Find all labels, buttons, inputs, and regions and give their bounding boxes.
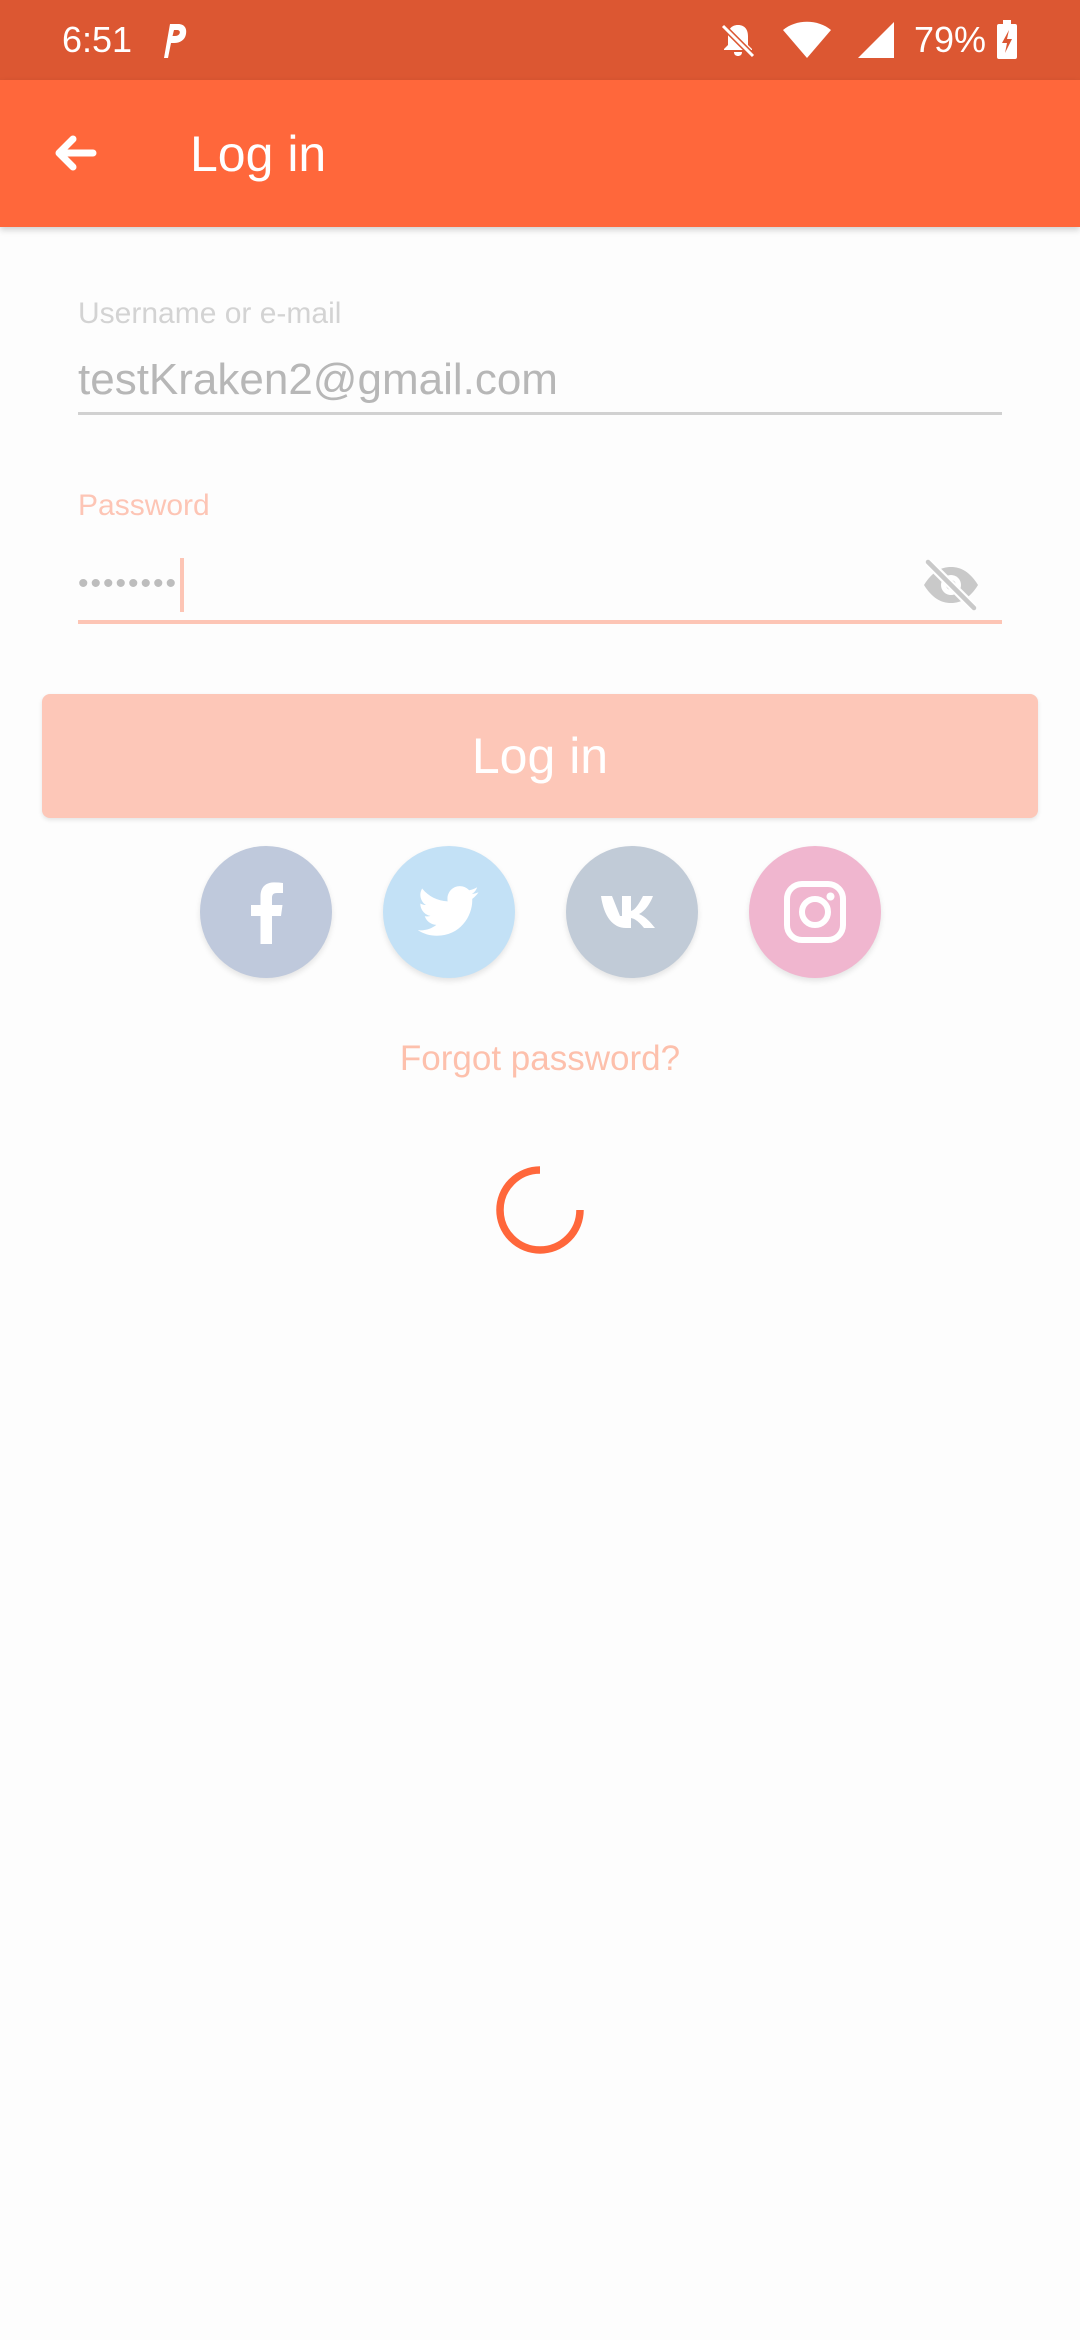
facebook-icon xyxy=(251,882,283,944)
facebook-login-button[interactable] xyxy=(200,846,332,978)
status-icons: 79% xyxy=(718,18,1018,62)
vk-login-button[interactable] xyxy=(566,846,698,978)
signal-icon xyxy=(857,22,894,58)
battery-percent: 79% xyxy=(913,19,986,60)
twitter-login-button[interactable] xyxy=(383,846,515,978)
password-field[interactable]: •••••••• xyxy=(78,546,1002,624)
login-button[interactable]: Log in xyxy=(42,694,1038,818)
parking-p-icon xyxy=(164,24,187,58)
twitter-icon xyxy=(418,886,479,936)
bell-off-icon xyxy=(720,23,756,59)
instagram-icon xyxy=(784,881,846,943)
password-value: •••••••• xyxy=(78,558,185,612)
vk-icon xyxy=(601,896,655,928)
username-field[interactable] xyxy=(78,348,1002,415)
instagram-login-button[interactable] xyxy=(749,846,881,978)
app-bar: Log in xyxy=(0,80,1080,227)
text-caret xyxy=(180,558,185,612)
username-label: Username or e-mail xyxy=(78,297,342,330)
battery-charging-icon xyxy=(997,20,1017,59)
page-title: Log in xyxy=(190,126,327,182)
status-bar: 6:51 79% xyxy=(0,0,1080,80)
eye-off-icon[interactable] xyxy=(920,554,982,616)
back-button[interactable] xyxy=(38,116,112,190)
password-label: Password xyxy=(78,489,210,522)
password-mask: •••••••• xyxy=(78,566,179,600)
arrow-left-icon xyxy=(55,135,97,171)
forgot-password-link[interactable]: Forgot password? xyxy=(0,1038,1080,1080)
status-time: 6:51 xyxy=(62,19,133,60)
loading-spinner-icon xyxy=(496,1166,584,1254)
wifi-icon xyxy=(782,21,831,58)
